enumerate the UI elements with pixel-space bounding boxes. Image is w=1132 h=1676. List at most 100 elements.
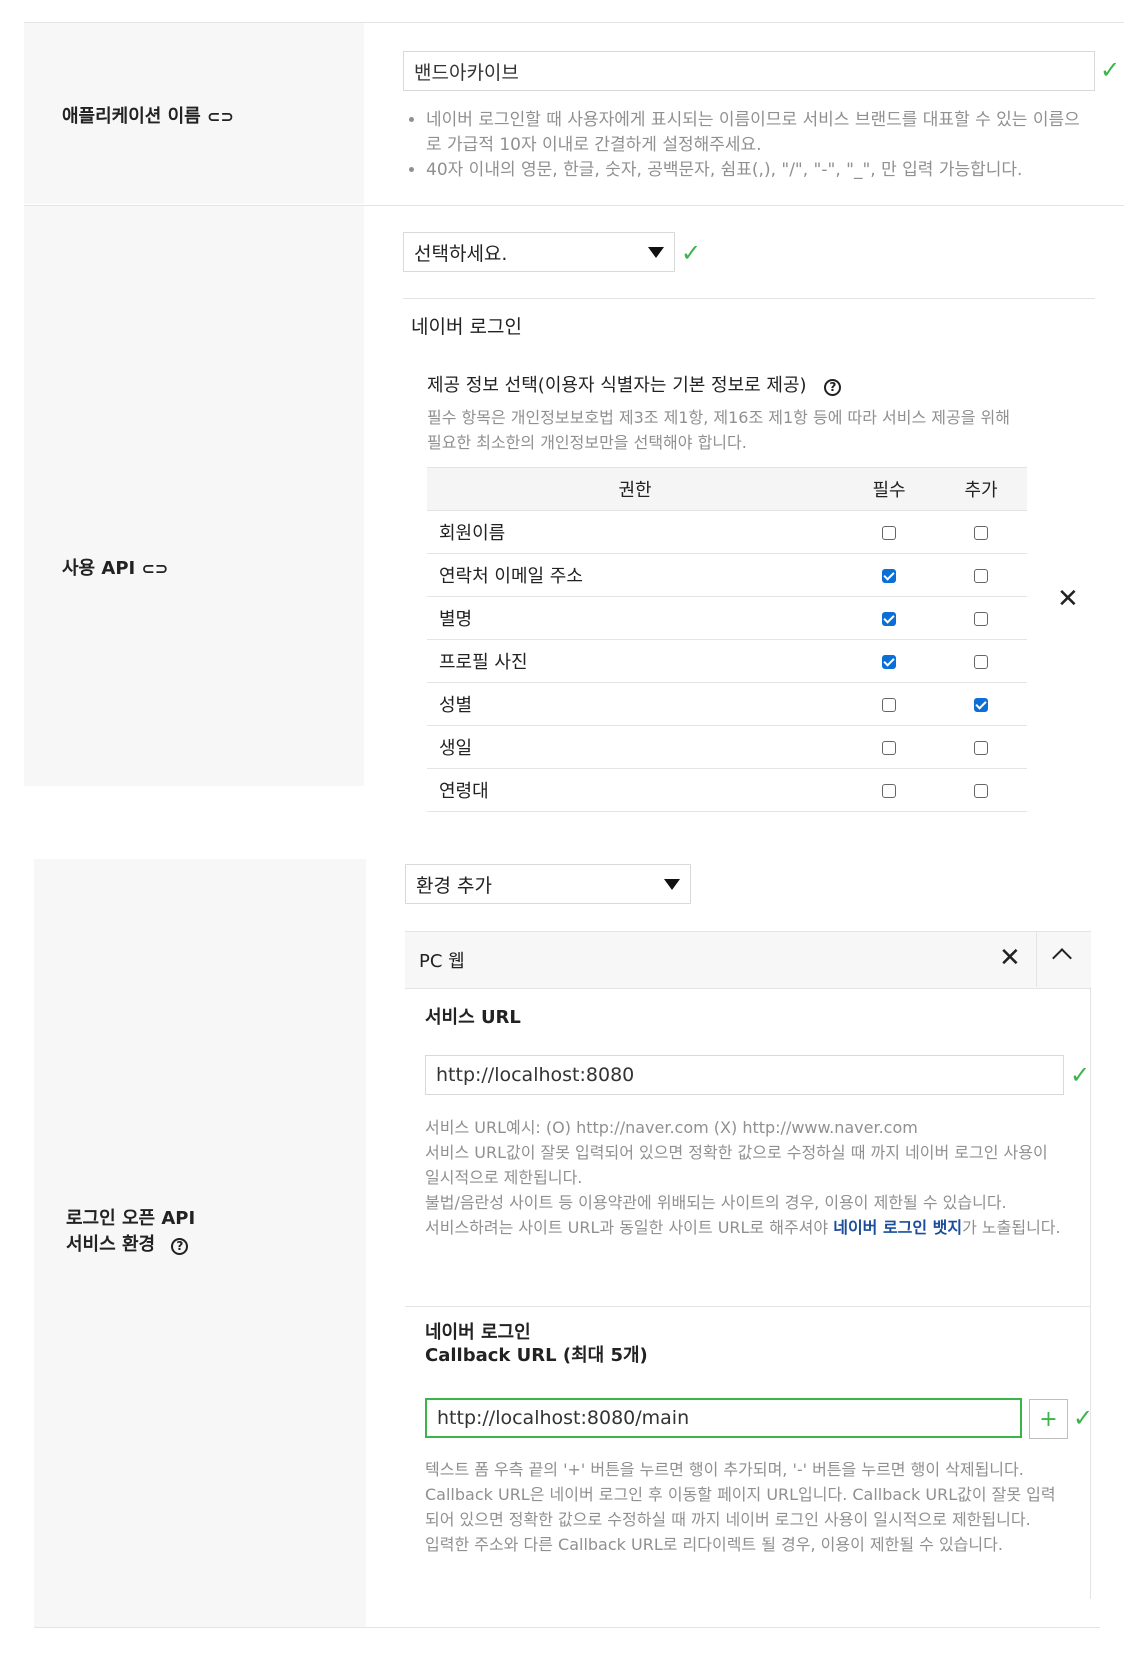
bottom-divider (34, 1627, 1100, 1628)
extra-checkbox[interactable] (974, 740, 988, 755)
service-url-value: http://localhost:8080 (436, 1064, 635, 1086)
app-name-label-text: 애플리케이션 이름 (62, 106, 201, 127)
required-checkbox[interactable] (882, 611, 896, 626)
callback-note-2: Callback URL은 네이버 로그인 후 이동할 페이지 URL입니다. … (425, 1485, 1056, 1529)
info-desc: 필수 항목은 개인정보보호법 제3조 제1항, 제16조 제1항 등에 따라 서… (427, 408, 1010, 452)
permission-name: 연락처 이메일 주소 (427, 553, 843, 597)
app-name-hint-1: 네이버 로그인할 때 사용자에게 표시되는 이름이므로 서비스 브랜드를 대표할… (426, 108, 1088, 158)
app-name-hints: 네이버 로그인할 때 사용자에게 표시되는 이름이므로 서비스 브랜드를 대표할… (408, 108, 1088, 183)
app-name-input[interactable]: 밴드아카이브 (403, 51, 1095, 91)
table-row: 성별 (427, 682, 1027, 726)
required-cell (843, 725, 935, 769)
badge-note-after: 가 노출됩니다. (962, 1218, 1061, 1237)
api-label-cell (24, 206, 364, 786)
required-checkbox[interactable] (882, 783, 896, 798)
app-name-value: 밴드아카이브 (414, 61, 519, 84)
header-required: 필수 (843, 467, 935, 511)
service-url-check-icon: ✓ (1070, 1061, 1091, 1089)
extra-checkbox[interactable] (974, 654, 988, 669)
info-title-text: 제공 정보 선택(이용자 식별자는 기본 정보로 제공) (427, 375, 807, 396)
extra-cell (935, 682, 1027, 726)
callback-url-value: http://localhost:8080/main (437, 1407, 690, 1429)
dropdown-arrow-icon (664, 878, 680, 890)
required-checkbox[interactable] (882, 525, 896, 540)
permission-name: 회원이름 (427, 510, 843, 554)
add-callback-button[interactable]: + (1029, 1399, 1068, 1439)
badge-note-before: 서비스하려는 사이트 URL과 동일한 사이트 URL로 해주셔야 (425, 1218, 834, 1237)
dropdown-arrow-icon (648, 246, 664, 258)
permission-table-body: 회원이름 연락처 이메일 주소 별명 프로필 사진 성별 생일 연령대 (427, 510, 1027, 812)
required-checkbox[interactable] (882, 654, 896, 669)
callback-label-line1: 네이버 로그인 (425, 1322, 531, 1343)
extra-checkbox[interactable] (974, 568, 988, 583)
env-label: 로그인 오픈 API 서비스 환경 ? (66, 1206, 195, 1258)
app-name-label: 애플리케이션 이름 ⊂⊃ (62, 102, 234, 128)
env-select[interactable]: 환경 추가 (405, 864, 691, 904)
callback-url-check-icon: ✓ (1073, 1404, 1094, 1432)
service-url-note-1: 서비스 URL예시: (O) http://naver.com (X) http… (425, 1118, 918, 1137)
badge-note: 서비스하려는 사이트 URL과 동일한 사이트 URL로 해주셔야 네이버 로그… (425, 1215, 1065, 1240)
callback-divider (405, 1306, 1090, 1307)
table-row: 프로필 사진 (427, 639, 1027, 683)
extra-cell (935, 596, 1027, 640)
callback-label: 네이버 로그인 Callback URL (최대 5개) (425, 1321, 648, 1367)
env-panel-title: PC 웹 (419, 951, 465, 972)
env-label-line2: 서비스 환경 (66, 1234, 156, 1255)
help-icon[interactable]: ? (824, 378, 842, 396)
required-checkbox[interactable] (882, 740, 896, 755)
callback-url-input[interactable]: http://localhost:8080/main (425, 1398, 1022, 1438)
api-select[interactable]: 선택하세요. (403, 232, 675, 272)
required-cell (843, 768, 935, 812)
table-row: 연령대 (427, 768, 1027, 812)
extra-checkbox[interactable] (974, 697, 988, 712)
extra-cell (935, 553, 1027, 597)
permission-name: 생일 (427, 725, 843, 769)
link-icon[interactable]: ⊂⊃ (142, 559, 169, 578)
extra-checkbox[interactable] (974, 611, 988, 626)
permission-table: 권한 필수 추가 회원이름 연락처 이메일 주소 별명 프로필 사진 성별 생일 연령대 (427, 467, 1027, 812)
naver-login-badge-link[interactable]: 네이버 로그인 뱃지 (833, 1218, 962, 1237)
service-url-input[interactable]: http://localhost:8080 (425, 1055, 1064, 1095)
table-row: 생일 (427, 725, 1027, 769)
api-label: 사용 API ⊂⊃ (62, 554, 168, 580)
extra-checkbox[interactable] (974, 783, 988, 798)
header-permission: 권한 (427, 467, 843, 511)
required-cell (843, 510, 935, 554)
permission-table-header: 권한 필수 추가 (427, 467, 1027, 511)
remove-api-close-icon[interactable]: ✕ (1057, 584, 1079, 614)
help-icon[interactable]: ? (171, 1237, 189, 1255)
app-name-check-icon: ✓ (1100, 56, 1121, 84)
api-select-value: 선택하세요. (414, 242, 508, 265)
callback-label-line2: Callback URL (최대 5개) (425, 1345, 648, 1366)
info-title: 제공 정보 선택(이용자 식별자는 기본 정보로 제공) ? (427, 371, 842, 397)
service-url-note-2: 서비스 URL값이 잘못 입력되어 있으면 정확한 값으로 수정하실 때 까지 … (425, 1143, 1048, 1187)
service-url-label: 서비스 URL (425, 1007, 521, 1028)
extra-cell (935, 725, 1027, 769)
table-row: 연락처 이메일 주소 (427, 553, 1027, 597)
required-checkbox[interactable] (882, 568, 896, 583)
env-panel-right-border (1090, 987, 1091, 1599)
service-url-note-3: 불법/음란성 사이트 등 이용약관에 위배되는 사이트의 경우, 이용이 제한될… (425, 1193, 1007, 1212)
header-extra: 추가 (935, 467, 1027, 511)
table-row: 별명 (427, 596, 1027, 640)
required-cell (843, 596, 935, 640)
api-subheader: 네이버 로그인 (411, 316, 522, 338)
link-icon[interactable]: ⊂⊃ (207, 107, 234, 126)
permission-name: 프로필 사진 (427, 639, 843, 683)
extra-cell (935, 510, 1027, 554)
callback-note-1: 텍스트 폼 우측 끝의 '+' 버튼을 누르면 행이 추가되며, '-' 버튼을… (425, 1460, 1024, 1479)
panel-close-icon[interactable]: ✕ (999, 943, 1021, 973)
required-checkbox[interactable] (882, 697, 896, 712)
callback-notes: 텍스트 폼 우측 끝의 '+' 버튼을 누르면 행이 추가되며, '-' 버튼을… (425, 1457, 1065, 1557)
api-label-text: 사용 API (62, 558, 136, 579)
permission-name: 성별 (427, 682, 843, 726)
env-select-value: 환경 추가 (416, 874, 492, 897)
service-url-notes: 서비스 URL예시: (O) http://naver.com (X) http… (425, 1115, 1065, 1240)
permission-name: 별명 (427, 596, 843, 640)
api-select-check-icon: ✓ (681, 239, 702, 267)
permission-table-wrap: 권한 필수 추가 회원이름 연락처 이메일 주소 별명 프로필 사진 성별 생일 연령대 (427, 467, 1027, 812)
app-name-hint-2: 40자 이내의 영문, 한글, 숫자, 공백문자, 쉼표(,), "/", "-… (426, 158, 1088, 183)
table-row: 회원이름 (427, 510, 1027, 554)
env-label-line1: 로그인 오픈 API (66, 1208, 196, 1229)
extra-checkbox[interactable] (974, 525, 988, 540)
